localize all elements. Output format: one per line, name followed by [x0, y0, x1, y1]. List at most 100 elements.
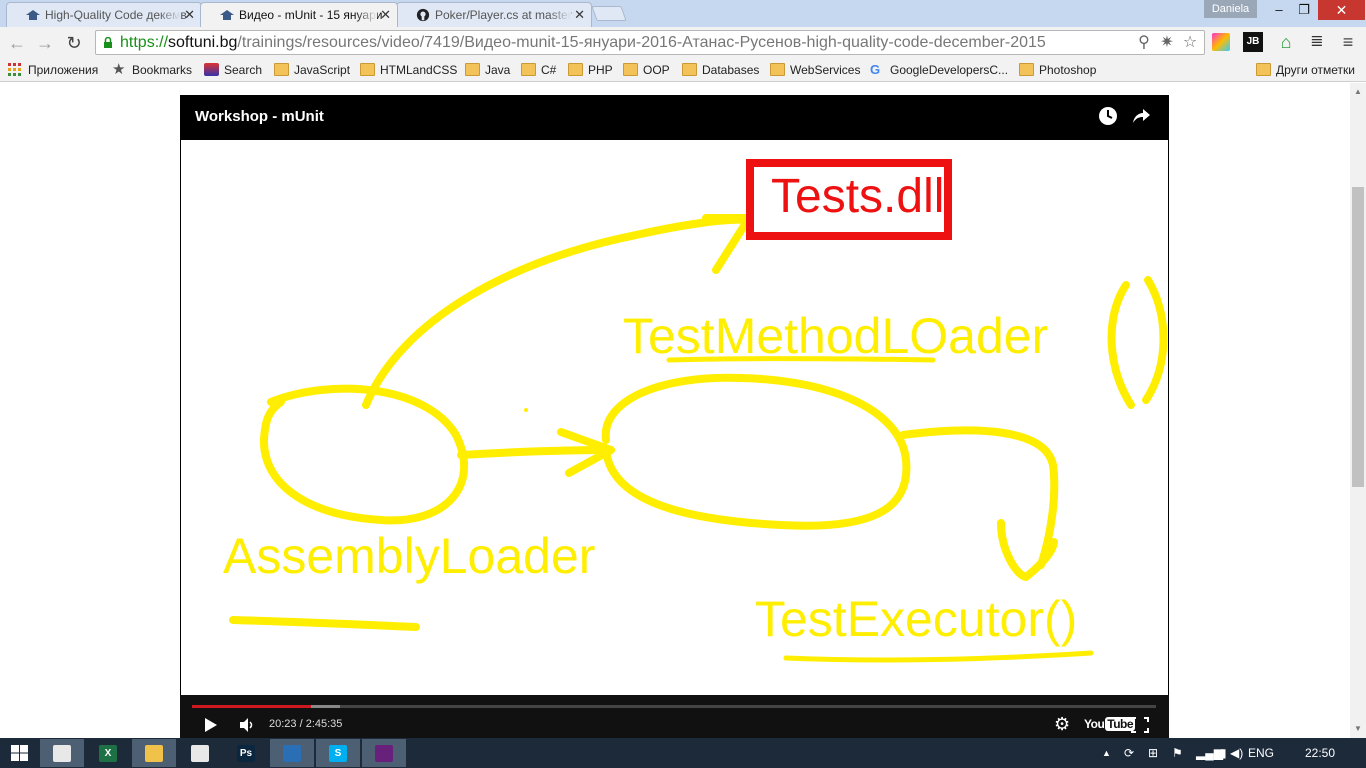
tray-expand-icon[interactable]: ▲: [1102, 748, 1111, 758]
github-icon: [416, 8, 430, 22]
folder-icon: [360, 63, 375, 76]
skype-icon: S: [329, 745, 347, 762]
folder-icon: [521, 63, 536, 76]
browser-globe-icon: [283, 745, 301, 762]
close-tab-icon[interactable]: ✕: [380, 7, 391, 23]
arrow-to-executor: [899, 426, 1059, 569]
tray-signal-icon[interactable]: ▂▄▆: [1196, 746, 1223, 760]
folder-icon: [465, 63, 480, 76]
taskbar-app-excel[interactable]: X: [86, 739, 130, 767]
underline-assembly-loader: [229, 616, 420, 631]
browser-toolbar: ← → ↻ https://softuni.bg/trainings/resou…: [0, 27, 1366, 58]
share-icon[interactable]: [1130, 105, 1152, 127]
folder-icon: [623, 63, 638, 76]
scroll-up-arrow[interactable]: ▲: [1350, 87, 1366, 96]
bookmark-label: C#: [541, 63, 557, 77]
bookmark-folder-webservices[interactable]: WebServices: [770, 62, 860, 80]
chrome-menu-icon[interactable]: ≡: [1338, 32, 1358, 52]
method-loader-label: TestMethodLOader: [623, 308, 1048, 364]
tray-volume-icon[interactable]: ◀): [1230, 746, 1243, 760]
bookmark-search[interactable]: Search: [204, 62, 262, 80]
address-bar[interactable]: https://softuni.bg/trainings/resources/v…: [95, 30, 1205, 55]
minimize-button[interactable]: –: [1266, 0, 1292, 20]
softuni-icon: [26, 10, 40, 20]
clock[interactable]: 22:50: [1305, 746, 1335, 760]
bookmark-bookmarks[interactable]: ★ Bookmarks: [112, 62, 192, 80]
bookmark-folder-java[interactable]: Java: [465, 62, 510, 80]
executor-label: TestExecutor(): [755, 591, 1077, 647]
back-button[interactable]: ←: [6, 32, 28, 54]
colorpicker-extension-icon[interactable]: [1211, 32, 1231, 52]
tab-github-poker[interactable]: Poker/Player.cs at master ✕: [396, 2, 592, 27]
softuni-icon: [220, 10, 234, 20]
bookmark-folder-htmlandcss[interactable]: HTMLandCSS: [360, 62, 457, 80]
tree-extension-icon[interactable]: ≣: [1307, 32, 1327, 52]
taskbar-app-chrome[interactable]: [40, 739, 84, 767]
jetbrains-extension-icon[interactable]: JB: [1243, 32, 1263, 52]
bookmark-folder-csharp[interactable]: C#: [521, 62, 556, 80]
volume-icon[interactable]: [239, 717, 255, 733]
bookmark-folder-javascript[interactable]: JavaScript: [274, 62, 350, 80]
new-tab-button[interactable]: [591, 6, 627, 21]
scroll-thumb[interactable]: [1352, 187, 1364, 487]
forward-button[interactable]: →: [34, 32, 56, 54]
settings-gear-icon[interactable]: ⚙: [1054, 714, 1070, 735]
bookmark-label: Search: [224, 63, 263, 77]
bookmark-label: Databases: [702, 63, 760, 77]
close-window-button[interactable]: ✕: [1318, 0, 1365, 20]
bookmark-folder-oop[interactable]: OOP: [623, 62, 670, 80]
search-icon[interactable]: ⚲: [1134, 33, 1154, 53]
windows-start-icon[interactable]: [11, 745, 28, 761]
tab-high-quality-code[interactable]: High-Quality Code декемв ✕: [6, 2, 202, 27]
youtube-you: You: [1084, 717, 1105, 731]
bookmarks-bar: Приложения ★ Bookmarks Search JavaScript…: [0, 58, 1366, 82]
bookmark-folder-other[interactable]: Други отметки: [1256, 62, 1355, 80]
left-bracket: [1107, 281, 1135, 409]
bookmark-folder-photoshop[interactable]: Photoshop: [1019, 62, 1096, 80]
reload-button[interactable]: ↻: [63, 32, 85, 54]
arrow-head-tests-dll: [702, 214, 753, 274]
folder-icon: [568, 63, 583, 76]
restore-button[interactable]: ❐: [1291, 0, 1317, 20]
tray-windows-icon[interactable]: ⊞: [1148, 746, 1158, 760]
youtube-logo[interactable]: You Tube: [1084, 717, 1136, 731]
taskbar-app-browser-globe[interactable]: [270, 739, 314, 767]
page-scrollbar[interactable]: ▲ ▼: [1350, 83, 1366, 738]
whiteboard-drawing: Tests.dll TestMethodLOader AssemblyLoade…: [223, 159, 1168, 663]
home-extension-icon[interactable]: ⌂: [1276, 32, 1296, 52]
bookmark-folder-php[interactable]: PHP: [568, 62, 613, 80]
profile-button[interactable]: Daniela: [1204, 0, 1257, 18]
folder-icon: [770, 63, 785, 76]
taskbar-app-visual-studio[interactable]: [362, 739, 406, 767]
calculator-icon: [191, 745, 209, 762]
bookmark-apps[interactable]: Приложения: [8, 62, 98, 80]
watch-later-icon[interactable]: [1097, 105, 1119, 127]
language-indicator[interactable]: ENG: [1248, 746, 1274, 760]
video-frame[interactable]: Tests.dll TestMethodLOader AssemblyLoade…: [181, 140, 1168, 695]
taskbar: X Ps S ▲ ⟳ ⊞ ⚑ ▂▄▆ ▮ ◀) ENG 22:50: [0, 738, 1366, 768]
video-title[interactable]: Workshop - mUnit: [195, 108, 324, 125]
progress-bar[interactable]: [192, 705, 1156, 708]
method-loader-ellipse: [601, 373, 911, 530]
tray-flag-icon[interactable]: ⚑: [1172, 746, 1183, 760]
bookmark-star-icon[interactable]: ☆: [1180, 33, 1200, 53]
taskbar-app-skype[interactable]: S: [316, 739, 360, 767]
bookmark-google-developers[interactable]: G GoogleDevelopersC...: [870, 62, 1008, 80]
taskbar-app-file-explorer[interactable]: [132, 739, 176, 767]
scroll-down-arrow[interactable]: ▼: [1350, 724, 1366, 733]
photoshop-icon: Ps: [237, 745, 255, 762]
tray-sync-icon[interactable]: ⟳: [1124, 746, 1134, 760]
url-text: https://softuni.bg/trainings/resources/v…: [120, 34, 1046, 51]
extension-gear-icon[interactable]: ✷: [1157, 33, 1177, 53]
video-player[interactable]: Workshop - mUnit Tests.dll TestMethodLOa…: [180, 95, 1169, 738]
taskbar-app-photoshop[interactable]: Ps: [224, 739, 268, 767]
close-tab-icon[interactable]: ✕: [574, 7, 585, 23]
fullscreen-icon[interactable]: [1131, 717, 1149, 733]
play-icon[interactable]: [204, 717, 218, 733]
ink-dot: [524, 408, 528, 412]
bookmark-folder-databases[interactable]: Databases: [682, 62, 759, 80]
taskbar-app-calculator[interactable]: [178, 739, 222, 767]
close-tab-icon[interactable]: ✕: [184, 7, 195, 23]
tray-battery-icon[interactable]: ▮: [1220, 746, 1227, 760]
tab-munit-video[interactable]: Видео - mUnit - 15 януари ✕: [200, 2, 398, 27]
